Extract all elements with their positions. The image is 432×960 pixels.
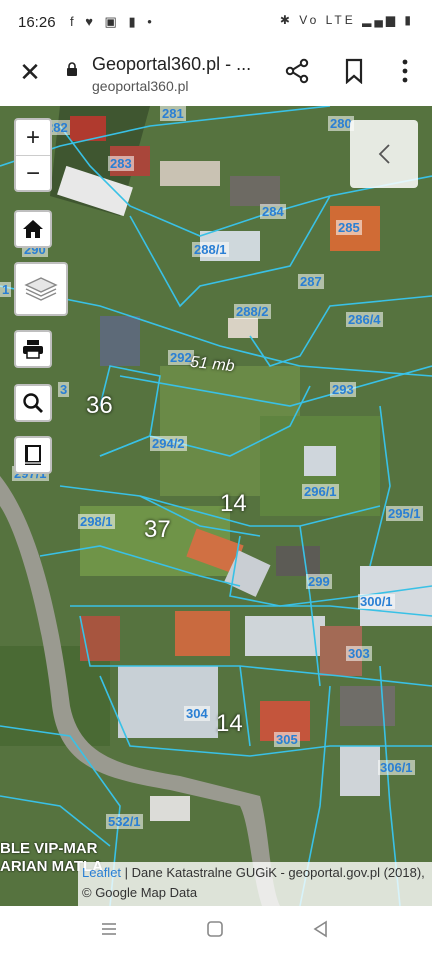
leaflet-link[interactable]: Leaflet xyxy=(82,865,121,880)
bookmark-icon[interactable] xyxy=(342,58,366,84)
home-icon[interactable] xyxy=(206,920,224,943)
legend-button[interactable] xyxy=(14,436,52,474)
close-icon[interactable]: ✕ xyxy=(16,58,44,86)
notification-icons: f ♥ ▣ ▮ • xyxy=(70,14,156,29)
parcel-label: 295/1 xyxy=(386,506,423,521)
building-number: 36 xyxy=(86,392,113,419)
parcel-label: 298/1 xyxy=(78,514,115,529)
layers-icon xyxy=(24,277,58,301)
parcel-label: 3 xyxy=(58,382,70,397)
page-url[interactable]: geoportal360.pl xyxy=(92,78,189,94)
status-time: 16:26 xyxy=(18,14,56,31)
collapse-panel-button[interactable] xyxy=(350,120,418,188)
parcel-label: 286/4 xyxy=(346,312,383,327)
parcel-label: 281 xyxy=(160,106,186,121)
status-bar: 16:26 f ♥ ▣ ▮ • ✱ Vo LTE ▂▄▆ ▮ xyxy=(0,0,432,46)
back-icon[interactable] xyxy=(312,920,330,943)
map-view[interactable]: 281 280 282 283 284 285 290 288/1 287 28… xyxy=(0,106,432,906)
zoom-in-button[interactable]: + xyxy=(16,120,50,156)
parcel-label: 303 xyxy=(346,646,372,661)
building-number: 37 xyxy=(144,516,171,543)
building-number: 14 xyxy=(216,710,243,737)
chevron-left-icon xyxy=(378,144,390,164)
search-icon xyxy=(23,393,43,413)
print-icon xyxy=(23,340,43,359)
parcel-label: 1 xyxy=(0,282,12,297)
parcel-label: 306/1 xyxy=(378,760,415,775)
page-title: Geoportal360.pl - ... xyxy=(92,54,252,74)
system-icons: ✱ Vo LTE ▂▄▆ ▮ xyxy=(279,13,414,27)
share-icon[interactable] xyxy=(284,58,310,84)
building-number: 14 xyxy=(220,490,247,517)
parcel-label: 287 xyxy=(298,274,324,289)
parcel-label: 288/1 xyxy=(192,242,229,257)
parcel-label: 284 xyxy=(260,204,286,219)
parcel-label: 305 xyxy=(274,732,300,747)
home-view-button[interactable] xyxy=(14,210,52,248)
search-button[interactable] xyxy=(14,384,52,422)
map-attribution: Leaflet | Dane Katastralne GUGiK - geopo… xyxy=(78,862,432,906)
attribution-text: | Dane Katastralne GUGiK - geoportal.gov… xyxy=(82,865,425,900)
book-icon xyxy=(25,445,41,465)
satellite-imagery xyxy=(0,106,432,906)
parcel-label: 288/2 xyxy=(234,304,271,319)
parcel-label: 283 xyxy=(108,156,134,171)
recent-apps-icon[interactable] xyxy=(100,920,118,943)
more-menu-icon[interactable] xyxy=(398,58,412,84)
home-icon xyxy=(23,220,43,238)
parcel-label: 532/1 xyxy=(106,814,143,829)
parcel-label: 299 xyxy=(306,574,332,589)
parcel-label: 296/1 xyxy=(302,484,339,499)
parcel-label: 300/1 xyxy=(358,594,395,609)
browser-toolbar: ✕ Geoportal360.pl - ... geoportal360.pl xyxy=(0,46,432,106)
lock-icon xyxy=(67,62,77,76)
parcel-label: 285 xyxy=(336,220,362,235)
parcel-label: 294/2 xyxy=(150,436,187,451)
parcel-label: 293 xyxy=(330,382,356,397)
system-nav-bar xyxy=(0,906,432,960)
parcel-label: 304 xyxy=(184,706,210,721)
zoom-out-button[interactable]: − xyxy=(16,156,50,191)
layers-button[interactable] xyxy=(14,262,68,316)
print-button[interactable] xyxy=(14,330,52,368)
zoom-control: + − xyxy=(14,118,52,192)
